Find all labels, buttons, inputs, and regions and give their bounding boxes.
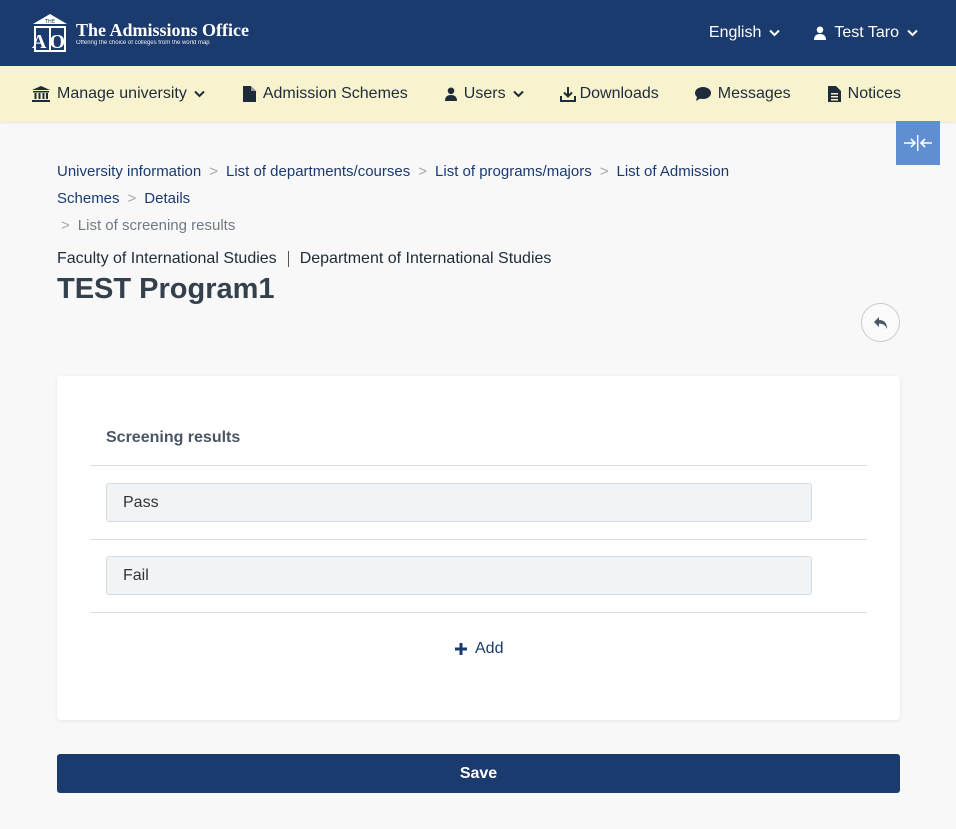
collapse-toggle-button[interactable] bbox=[896, 121, 940, 165]
logo[interactable]: THE AO The Admissions Office Offering th… bbox=[32, 13, 249, 53]
chevron-down-icon bbox=[907, 29, 918, 37]
save-button[interactable]: Save bbox=[57, 754, 900, 793]
main-nav: Manage university Admission Schemes User… bbox=[0, 66, 956, 122]
nav-label: Notices bbox=[847, 85, 902, 102]
breadcrumb: University information > List of departmen… bbox=[57, 158, 857, 239]
logo-tagline: Offering the choice of colleges from the… bbox=[76, 39, 210, 46]
institution-icon bbox=[32, 86, 50, 102]
file-text-icon bbox=[827, 86, 841, 102]
breadcrumb-separator: > bbox=[209, 163, 218, 180]
breadcrumb-separator: > bbox=[599, 163, 609, 180]
user-name: Test Taro bbox=[834, 24, 899, 41]
faculty-name: Faculty of International Studies bbox=[57, 250, 277, 267]
nav-manage-university[interactable]: Manage university bbox=[32, 85, 205, 103]
reply-arrow-icon bbox=[873, 316, 887, 329]
nav-admission-schemes[interactable]: Admission Schemes bbox=[242, 85, 408, 103]
nav-label: Downloads bbox=[579, 85, 659, 102]
chevron-down-icon bbox=[194, 90, 205, 98]
user-icon bbox=[814, 26, 827, 40]
divider bbox=[287, 251, 289, 267]
nav-label: Admission Schemes bbox=[262, 85, 408, 102]
add-result-button[interactable]: Add bbox=[455, 640, 503, 658]
download-icon bbox=[559, 87, 576, 102]
nav-users[interactable]: Users bbox=[444, 85, 524, 103]
nav-label: Manage university bbox=[57, 85, 187, 102]
department-name: Department of International Studies bbox=[299, 250, 552, 267]
language-dropdown[interactable]: English bbox=[708, 24, 781, 42]
comment-icon bbox=[694, 87, 711, 101]
chevron-down-icon bbox=[512, 90, 524, 98]
chevron-down-icon bbox=[769, 29, 781, 37]
top-header: THE AO The Admissions Office Offering th… bbox=[0, 0, 956, 66]
nav-downloads[interactable]: Downloads bbox=[559, 85, 659, 103]
divider bbox=[90, 539, 867, 540]
page-title: TEST Program1 bbox=[57, 273, 275, 305]
breadcrumb-link[interactable]: Details bbox=[144, 190, 190, 207]
logo-title: The Admissions Office bbox=[76, 19, 250, 40]
language-label: English bbox=[708, 24, 762, 41]
faculty-department-line: Faculty of International Studies Departm… bbox=[57, 250, 900, 268]
divider bbox=[90, 612, 867, 613]
add-label: Add bbox=[475, 640, 504, 657]
logo-mark-letters: AO bbox=[32, 31, 68, 53]
breadcrumb-current: List of screening results bbox=[77, 217, 236, 234]
card-title: Screening results bbox=[106, 429, 241, 446]
breadcrumb-link[interactable]: List of departments/courses bbox=[226, 163, 410, 180]
screening-results-card: Screening results Add bbox=[57, 376, 900, 720]
plus-icon bbox=[455, 643, 467, 655]
user-dropdown[interactable]: Test Taro bbox=[814, 24, 918, 42]
back-button[interactable] bbox=[861, 303, 900, 342]
compress-arrows-icon bbox=[904, 135, 932, 151]
nav-label: Messages bbox=[717, 85, 791, 102]
breadcrumb-link[interactable]: List of programs/majors bbox=[435, 163, 592, 180]
breadcrumb-link[interactable]: University information bbox=[57, 163, 201, 180]
breadcrumb-separator: > bbox=[61, 217, 70, 234]
screening-result-input[interactable] bbox=[106, 556, 812, 595]
screening-result-input[interactable] bbox=[106, 483, 812, 522]
user-icon bbox=[444, 87, 457, 101]
nav-notices[interactable]: Notices bbox=[827, 85, 902, 103]
breadcrumb-separator: > bbox=[127, 190, 137, 207]
nav-messages[interactable]: Messages bbox=[694, 85, 791, 103]
breadcrumb-separator: > bbox=[418, 163, 428, 180]
logo-mark-top: THE bbox=[44, 19, 55, 25]
nav-label: Users bbox=[463, 85, 506, 102]
file-icon bbox=[242, 86, 256, 102]
divider bbox=[90, 465, 867, 466]
logo-mark-icon: THE AO bbox=[32, 13, 68, 53]
